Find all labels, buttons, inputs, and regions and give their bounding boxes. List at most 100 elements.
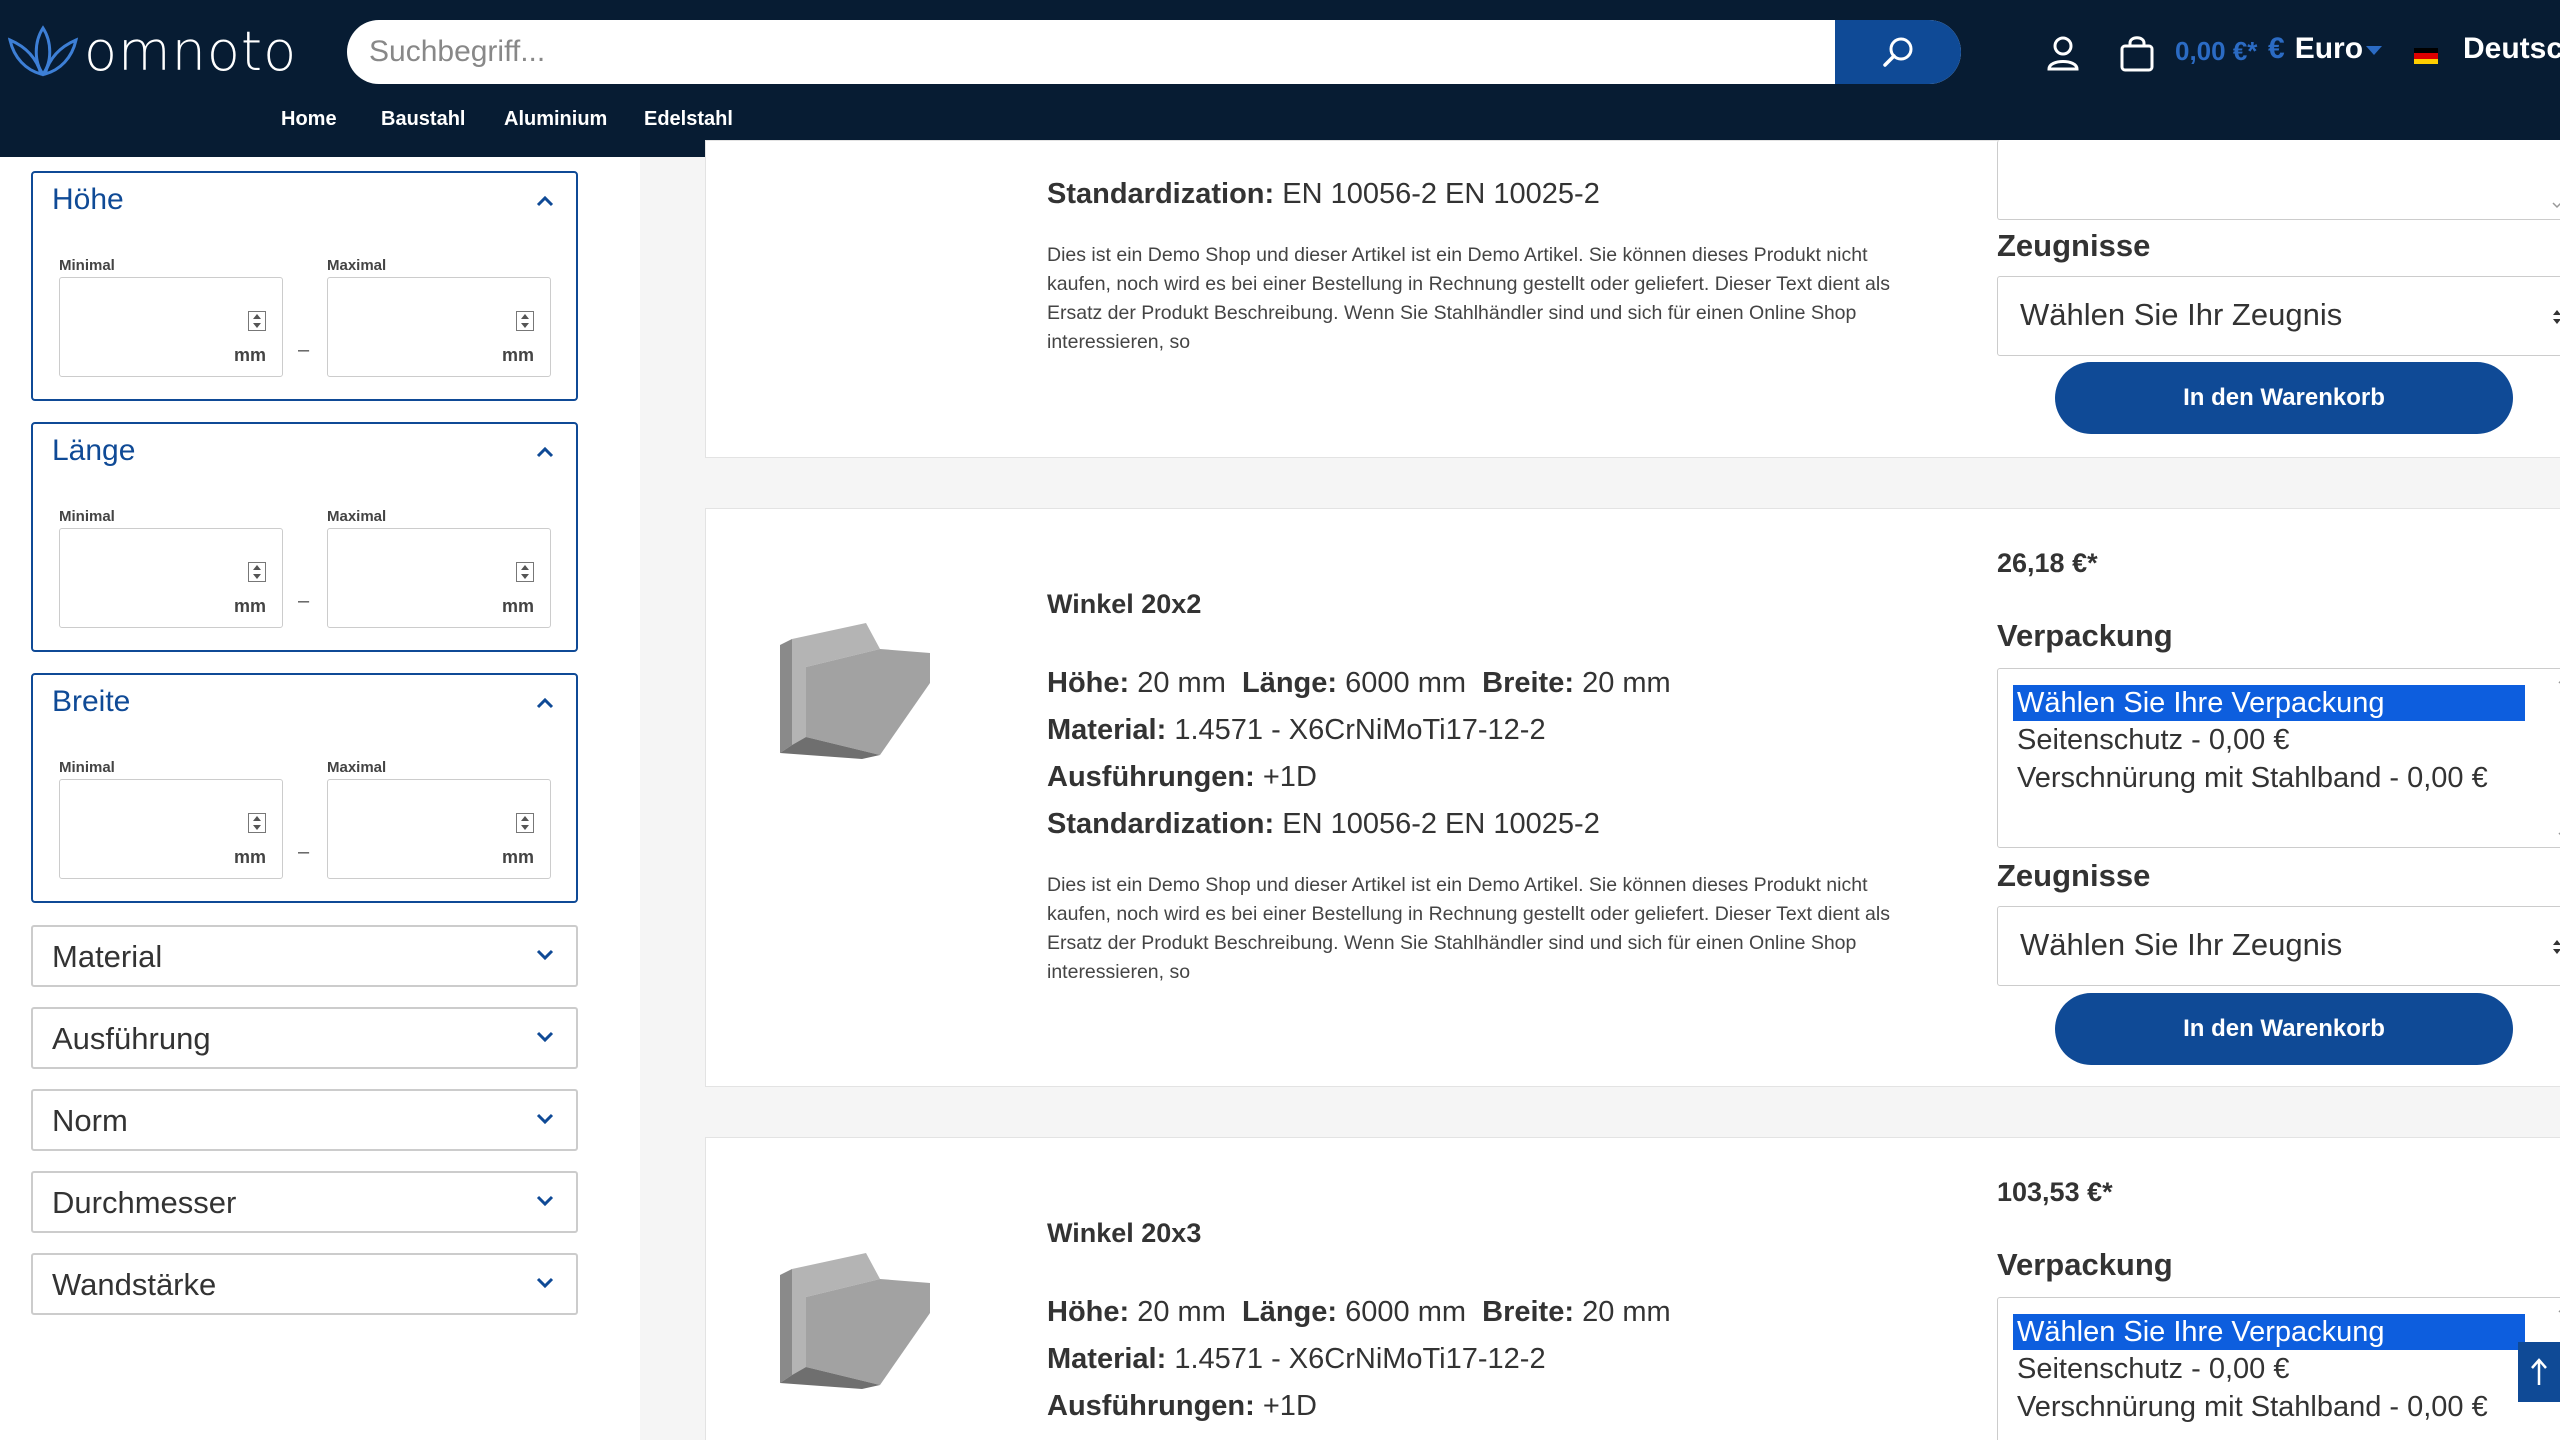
listbox-option[interactable]: Seitenschutz - 0,00 € (2013, 722, 2525, 758)
label: Breite: (1482, 1296, 1574, 1328)
user-icon (2047, 36, 2079, 71)
label: Höhe: (1047, 667, 1130, 699)
product-ausfuehrungen: Ausführungen: +1D (1047, 761, 1317, 794)
chevron-up-icon[interactable] (536, 195, 554, 207)
listbox-option[interactable]: Seitenschutz - 0,00 € (2013, 1351, 2525, 1387)
account-button[interactable] (2038, 28, 2088, 78)
value: EN 10056-2 EN 10025-2 (1282, 808, 1600, 840)
zeugnis-select[interactable]: Wählen Sie Ihr Zeugnis (1997, 276, 2560, 356)
filter-durchmesser[interactable]: Durchmesser (31, 1171, 578, 1233)
value: EN 10056-2 EN 10025-2 (1282, 178, 1600, 210)
verpackung-listbox-partial[interactable] (1997, 140, 2560, 220)
filter-title[interactable]: Länge (52, 434, 135, 468)
nav-home[interactable]: Home (281, 108, 337, 131)
product-price: 26,18 €* (1997, 548, 2098, 578)
filter-title: Durchmesser (52, 1185, 237, 1220)
german-flag-icon (2414, 48, 2438, 64)
chevron-down-icon (536, 1113, 554, 1125)
product-description: Dies ist ein Demo Shop und dieser Artike… (1047, 244, 1890, 353)
product-material: Material: 1.4571 - X6CrNiMoTi17-12-2 (1047, 714, 1546, 747)
product-price: 103,53 €* (1997, 1177, 2113, 1207)
filter-title: Ausführung (52, 1021, 211, 1056)
scroll-to-top-button[interactable] (2518, 1342, 2560, 1402)
max-label: Maximal (327, 759, 387, 776)
product-ausfuehrungen: Ausführungen: +1D (1047, 1390, 1317, 1423)
currency-dropdown-icon[interactable] (2366, 46, 2382, 55)
verpackung-listbox[interactable]: Wählen Sie Ihre Verpackung Seitenschutz … (1997, 668, 2560, 848)
product-title[interactable]: Winkel 20x2 (1047, 589, 1201, 620)
product-title[interactable]: Winkel 20x3 (1047, 1218, 1201, 1249)
zeugnisse-label: Zeugnisse (1997, 858, 2151, 893)
listbox-option-selected[interactable]: Wählen Sie Ihre Verpackung (2013, 1314, 2525, 1350)
filter-laenge: Länge Minimal Maximal mm – mm (31, 422, 578, 652)
label: Ausführungen: (1047, 1390, 1255, 1422)
spinner-icon[interactable] (516, 813, 534, 833)
filter-ausfuehrung[interactable]: Ausführung (31, 1007, 578, 1069)
search-button[interactable] (1835, 20, 1961, 84)
value: 20 mm (1137, 1296, 1226, 1328)
arrow-up-icon (2531, 1358, 2547, 1385)
filter-title: Material (52, 939, 163, 974)
select-arrows-icon (2553, 940, 2560, 954)
angle-profile-image[interactable] (770, 605, 950, 765)
filter-wandstaerke[interactable]: Wandstärke (31, 1253, 578, 1315)
language-selector[interactable]: Deutsch (2463, 32, 2560, 66)
spinner-icon[interactable] (248, 311, 266, 331)
select-value: Wählen Sie Ihr Zeugnis (2020, 927, 2343, 962)
label: Länge: (1242, 667, 1338, 699)
select-value: Wählen Sie Ihr Zeugnis (2020, 297, 2343, 332)
chevron-up-icon[interactable] (536, 446, 554, 458)
cart-total[interactable]: 0,00 €* (2175, 36, 2257, 67)
breite-max-input[interactable]: mm (327, 779, 551, 879)
filter-title[interactable]: Breite (52, 685, 130, 719)
max-label: Maximal (327, 257, 387, 274)
listbox-option[interactable]: Verschnürung mit Stahlband - 0,00 € (2013, 760, 2525, 796)
listbox-option[interactable]: Verschnürung mit Stahlband - 0,00 € (2013, 1389, 2525, 1425)
filter-norm[interactable]: Norm (31, 1089, 578, 1151)
nav-edelstahl[interactable]: Edelstahl (644, 108, 733, 131)
zeugnis-select[interactable]: Wählen Sie Ihr Zeugnis (1997, 906, 2560, 986)
spinner-icon[interactable] (248, 562, 266, 582)
add-to-cart-button[interactable]: In den Warenkorb (2055, 993, 2513, 1065)
scroll-down-icon[interactable] (2552, 195, 2560, 215)
value: 6000 mm (1345, 1296, 1467, 1328)
product-standardization: Standardization: EN 10056-2 EN 10025-2 (1047, 808, 1600, 841)
hoehe-max-input[interactable]: mm (327, 277, 551, 377)
filter-title[interactable]: Höhe (52, 183, 124, 217)
chevron-down-icon (536, 1277, 554, 1289)
range-separator: – (298, 339, 310, 361)
nav-aluminium[interactable]: Aluminium (504, 108, 607, 131)
hoehe-min-input[interactable]: mm (59, 277, 283, 377)
currency-selector[interactable]: € Euro (2268, 32, 2363, 66)
verpackung-listbox[interactable]: Wählen Sie Ihre Verpackung Seitenschutz … (1997, 1297, 2560, 1440)
laenge-min-input[interactable]: mm (59, 528, 283, 628)
listbox-option-selected[interactable]: Wählen Sie Ihre Verpackung (2013, 685, 2525, 721)
cart-button[interactable] (2112, 28, 2162, 78)
value: 20 mm (1137, 667, 1226, 699)
unit-label: mm (233, 847, 266, 867)
nav-baustahl[interactable]: Baustahl (381, 108, 465, 131)
spinner-icon[interactable] (516, 311, 534, 331)
label: Länge: (1242, 1296, 1338, 1328)
spinner-icon[interactable] (248, 813, 266, 833)
currency-symbol: € (2268, 32, 2285, 65)
search-input[interactable] (369, 20, 1819, 84)
verpackung-label: Verpackung (1997, 1247, 2173, 1282)
breite-min-input[interactable]: mm (59, 779, 283, 879)
filter-hoehe: Höhe Minimal Maximal mm – mm (31, 171, 578, 401)
label: Breite: (1482, 667, 1574, 699)
angle-profile-image[interactable] (770, 1235, 950, 1395)
filter-material[interactable]: Material (31, 925, 578, 987)
spinner-icon[interactable] (516, 562, 534, 582)
chevron-down-icon (536, 1031, 554, 1043)
add-to-cart-button[interactable]: In den Warenkorb (2055, 362, 2513, 434)
filter-title: Norm (52, 1103, 128, 1138)
laenge-max-input[interactable]: mm (327, 528, 551, 628)
shopping-bag-icon (2120, 36, 2154, 72)
min-label: Minimal (59, 508, 115, 525)
chevron-down-icon (536, 949, 554, 961)
min-label: Minimal (59, 257, 115, 274)
logo[interactable]: omnoto (6, 20, 297, 83)
chevron-up-icon[interactable] (536, 697, 554, 709)
product-dimensions: Höhe: 20 mm Länge: 6000 mm Breite: 20 mm (1047, 667, 1671, 700)
